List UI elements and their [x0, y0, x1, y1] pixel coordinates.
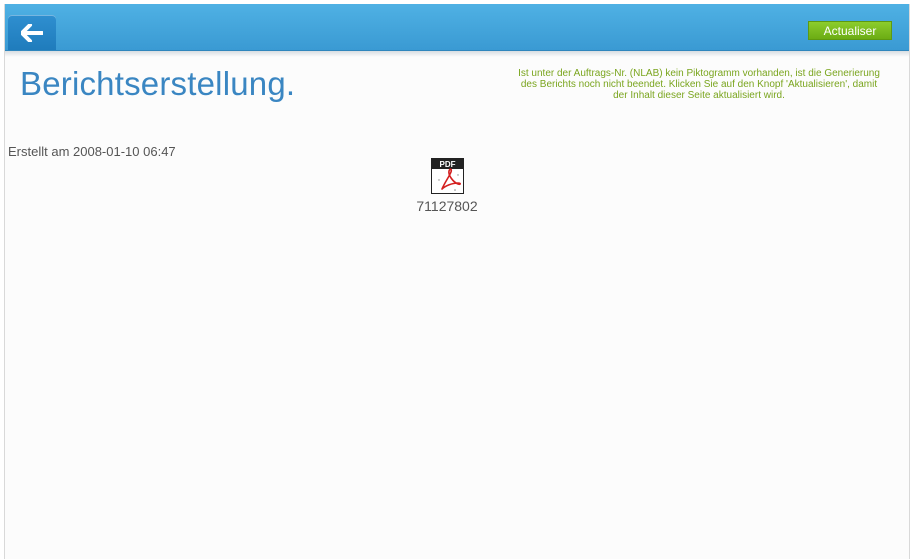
report-pdf-link[interactable]: PDF 71127802: [405, 158, 489, 214]
refresh-button[interactable]: Actualiser: [808, 21, 892, 40]
pdf-badge-text: PDF: [439, 160, 455, 169]
refresh-notice: Ist unter der Auftrags-Nr. (NLAB) kein P…: [518, 68, 880, 101]
top-toolbar: Actualiser: [5, 4, 909, 51]
report-number[interactable]: 71127802: [405, 198, 489, 214]
page-frame: Actualiser Berichtserstellung. Ist unter…: [4, 4, 910, 559]
back-button[interactable]: [8, 15, 56, 50]
created-timestamp: Erstellt am 2008-01-10 06:47: [8, 144, 176, 159]
pdf-file-icon[interactable]: PDF: [430, 158, 464, 194]
page-title: Berichtserstellung.: [20, 65, 296, 102]
toolbar-shadow: [5, 51, 909, 57]
arrow-left-icon: [21, 24, 43, 42]
